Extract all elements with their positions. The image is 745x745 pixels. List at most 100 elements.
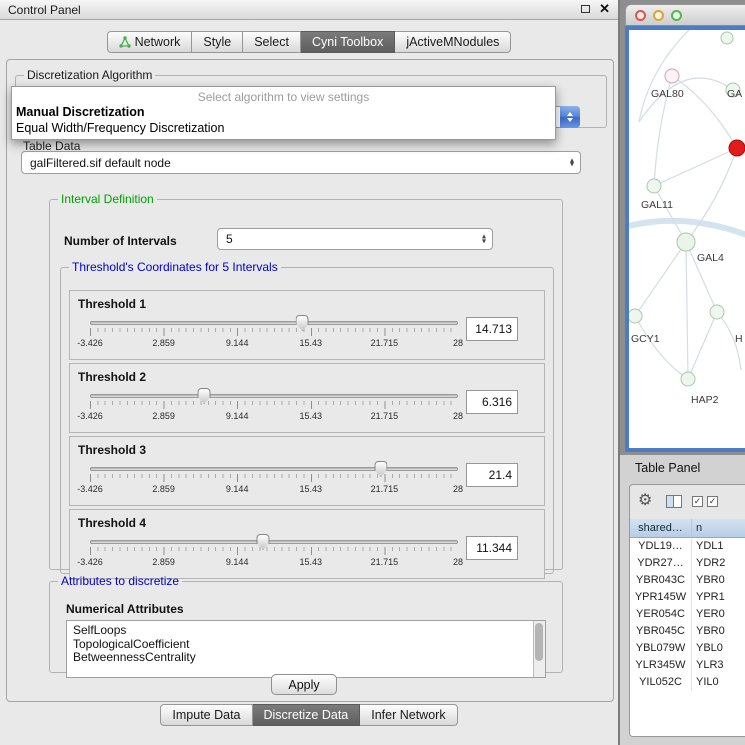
dropdown-option-manual-discretization[interactable]: Manual Discretization (12, 104, 555, 120)
cell-shared-name[interactable]: YDR27… (630, 555, 692, 572)
network-node[interactable] (665, 69, 679, 83)
close-icon[interactable]: ✕ (599, 1, 610, 17)
deselect-all-check-icon[interactable]: ✓ (707, 496, 718, 507)
threshold-slider[interactable]: -3.426 2.859 9.144 15.43 21.715 28 (90, 461, 458, 505)
tab-label: jActiveMNodules (406, 31, 499, 53)
cell-shared-name[interactable]: YLR345W (630, 657, 692, 674)
scale-label: 15.43 (300, 338, 323, 348)
cell-name[interactable]: YBL0 (692, 640, 745, 657)
control-panel-titlebar[interactable]: Control Panel ✕ (0, 0, 618, 20)
list-scrollbar[interactable] (533, 621, 545, 677)
network-node[interactable] (647, 179, 661, 193)
network-edge[interactable] (686, 242, 688, 379)
table-row[interactable]: YDR27… YDR2 (630, 555, 745, 572)
screen: GAL80GAGAL11GAL4GCY1HHAP2 Table Panel ⚙ … (0, 0, 745, 745)
numerical-attributes-list[interactable]: SelfLoops TopologicalCoefficient Between… (66, 620, 546, 678)
cell-name[interactable]: YDR2 (692, 555, 745, 572)
column-header-name[interactable]: n (692, 519, 745, 538)
columns-icon[interactable] (666, 495, 682, 508)
cell-shared-name[interactable]: YPR145W (630, 589, 692, 606)
scrollbar-thumb[interactable] (535, 623, 543, 661)
table-toolbar: ⚙ ✓ ✓ (630, 485, 745, 520)
cell-name[interactable]: YLR3 (692, 657, 745, 674)
network-graph[interactable]: GAL80GAGAL11GAL4GCY1HHAP2 (629, 30, 745, 448)
cell-shared-name[interactable]: YIL052C (630, 674, 692, 691)
tab-impute-data[interactable]: Impute Data (160, 704, 252, 726)
scale-label: 28 (453, 338, 463, 348)
threshold-value-field[interactable]: 14.713 (466, 317, 518, 341)
cell-shared-name[interactable]: YBR043C (630, 572, 692, 589)
apply-button[interactable]: Apply (271, 674, 337, 695)
table-row[interactable]: YPR145W YPR1 (630, 589, 745, 606)
table-row[interactable]: YBL079W YBL0 (630, 640, 745, 657)
scale-label: 9.144 (226, 338, 249, 348)
network-edge[interactable] (635, 242, 686, 316)
network-edge[interactable] (635, 316, 688, 379)
slider-track[interactable] (90, 321, 458, 325)
cell-name[interactable]: YBR0 (692, 572, 745, 589)
select-all-check-icon[interactable]: ✓ (692, 496, 703, 507)
cell-name[interactable]: YDL1 (692, 538, 745, 555)
tab-infer-network[interactable]: Infer Network (360, 704, 457, 726)
table-row[interactable]: YER054C YER0 (630, 606, 745, 623)
threshold-value-field[interactable]: 11.344 (466, 536, 518, 560)
column-header-shared-name[interactable]: shared… (630, 519, 692, 538)
cell-name[interactable]: YBR0 (692, 623, 745, 640)
table-panel-title: Table Panel (635, 461, 700, 475)
tab-discretize-data[interactable]: Discretize Data (253, 704, 361, 726)
slider-track[interactable] (90, 394, 458, 398)
cell-shared-name[interactable]: YER054C (630, 606, 692, 623)
table-row[interactable]: YLR345W YLR3 (630, 657, 745, 674)
scale-label: 28 (453, 484, 463, 494)
list-item[interactable]: BetweennessCentrality (67, 651, 545, 665)
float-window-icon[interactable] (581, 5, 590, 13)
tab-jactivemodules[interactable]: jActiveMNodules (395, 31, 511, 53)
minimize-traffic-light-icon[interactable] (653, 10, 664, 21)
cell-shared-name[interactable]: YDL19… (630, 538, 692, 555)
network-node[interactable] (681, 372, 695, 386)
gear-icon[interactable]: ⚙ (638, 492, 652, 510)
close-traffic-light-icon[interactable] (635, 10, 646, 21)
network-window-titlebar[interactable] (625, 4, 745, 26)
slider-track[interactable] (90, 540, 458, 544)
slider-track[interactable] (90, 467, 458, 471)
table-row[interactable]: YIL052C YIL0 (630, 674, 745, 691)
combo-arrows-icon[interactable] (560, 106, 580, 128)
scale-label: 28 (453, 411, 463, 421)
num-intervals-combobox[interactable]: 5 ▴▾ (217, 228, 493, 250)
cell-name[interactable]: YER0 (692, 606, 745, 623)
list-item[interactable]: SelfLoops (67, 621, 545, 638)
scale-label: 2.859 (152, 411, 175, 421)
network-node[interactable] (629, 309, 642, 323)
cell-name[interactable]: YIL0 (692, 674, 745, 691)
threshold-slider[interactable]: -3.426 2.859 9.144 15.43 21.715 28 (90, 315, 458, 359)
tab-style[interactable]: Style (192, 31, 243, 53)
network-node[interactable] (710, 305, 724, 319)
network-view-window: GAL80GAGAL11GAL4GCY1HHAP2 (625, 4, 745, 452)
tab-cyni-toolbox[interactable]: Cyni Toolbox (301, 31, 395, 53)
selected-node[interactable] (729, 140, 745, 156)
table-row[interactable]: YDL19… YDL1 (630, 538, 745, 555)
network-edge[interactable] (688, 312, 717, 379)
table-row[interactable]: YBR043C YBR0 (630, 572, 745, 589)
tab-select[interactable]: Select (243, 31, 301, 53)
cell-name[interactable]: YPR1 (692, 589, 745, 606)
table-row[interactable]: YBR045C YBR0 (630, 623, 745, 640)
cell-shared-name[interactable]: YBR045C (630, 623, 692, 640)
scale-label: 21.715 (371, 338, 399, 348)
table-data-combobox[interactable]: galFiltered.sif default node ▴▾ (21, 151, 581, 174)
cell-shared-name[interactable]: YBL079W (630, 640, 692, 657)
list-item[interactable]: TopologicalCoefficient (67, 638, 545, 652)
dropdown-option-equal-width[interactable]: Equal Width/Frequency Discretization (12, 120, 555, 136)
network-node[interactable] (677, 233, 695, 251)
zoom-traffic-light-icon[interactable] (671, 10, 682, 21)
network-canvas[interactable]: GAL80GAGAL11GAL4GCY1HHAP2 (625, 26, 745, 452)
threshold-value-field[interactable]: 21.4 (466, 463, 518, 487)
slider-ticks (90, 401, 458, 409)
tab-network[interactable]: Network (107, 31, 193, 53)
threshold-slider[interactable]: -3.426 2.859 9.144 15.43 21.715 28 (90, 388, 458, 432)
threshold-value-field[interactable]: 6.316 (466, 390, 518, 414)
network-edge[interactable] (654, 186, 686, 242)
network-node[interactable] (721, 32, 733, 44)
threshold-slider[interactable]: -3.426 2.859 9.144 15.43 21.715 28 (90, 534, 458, 578)
